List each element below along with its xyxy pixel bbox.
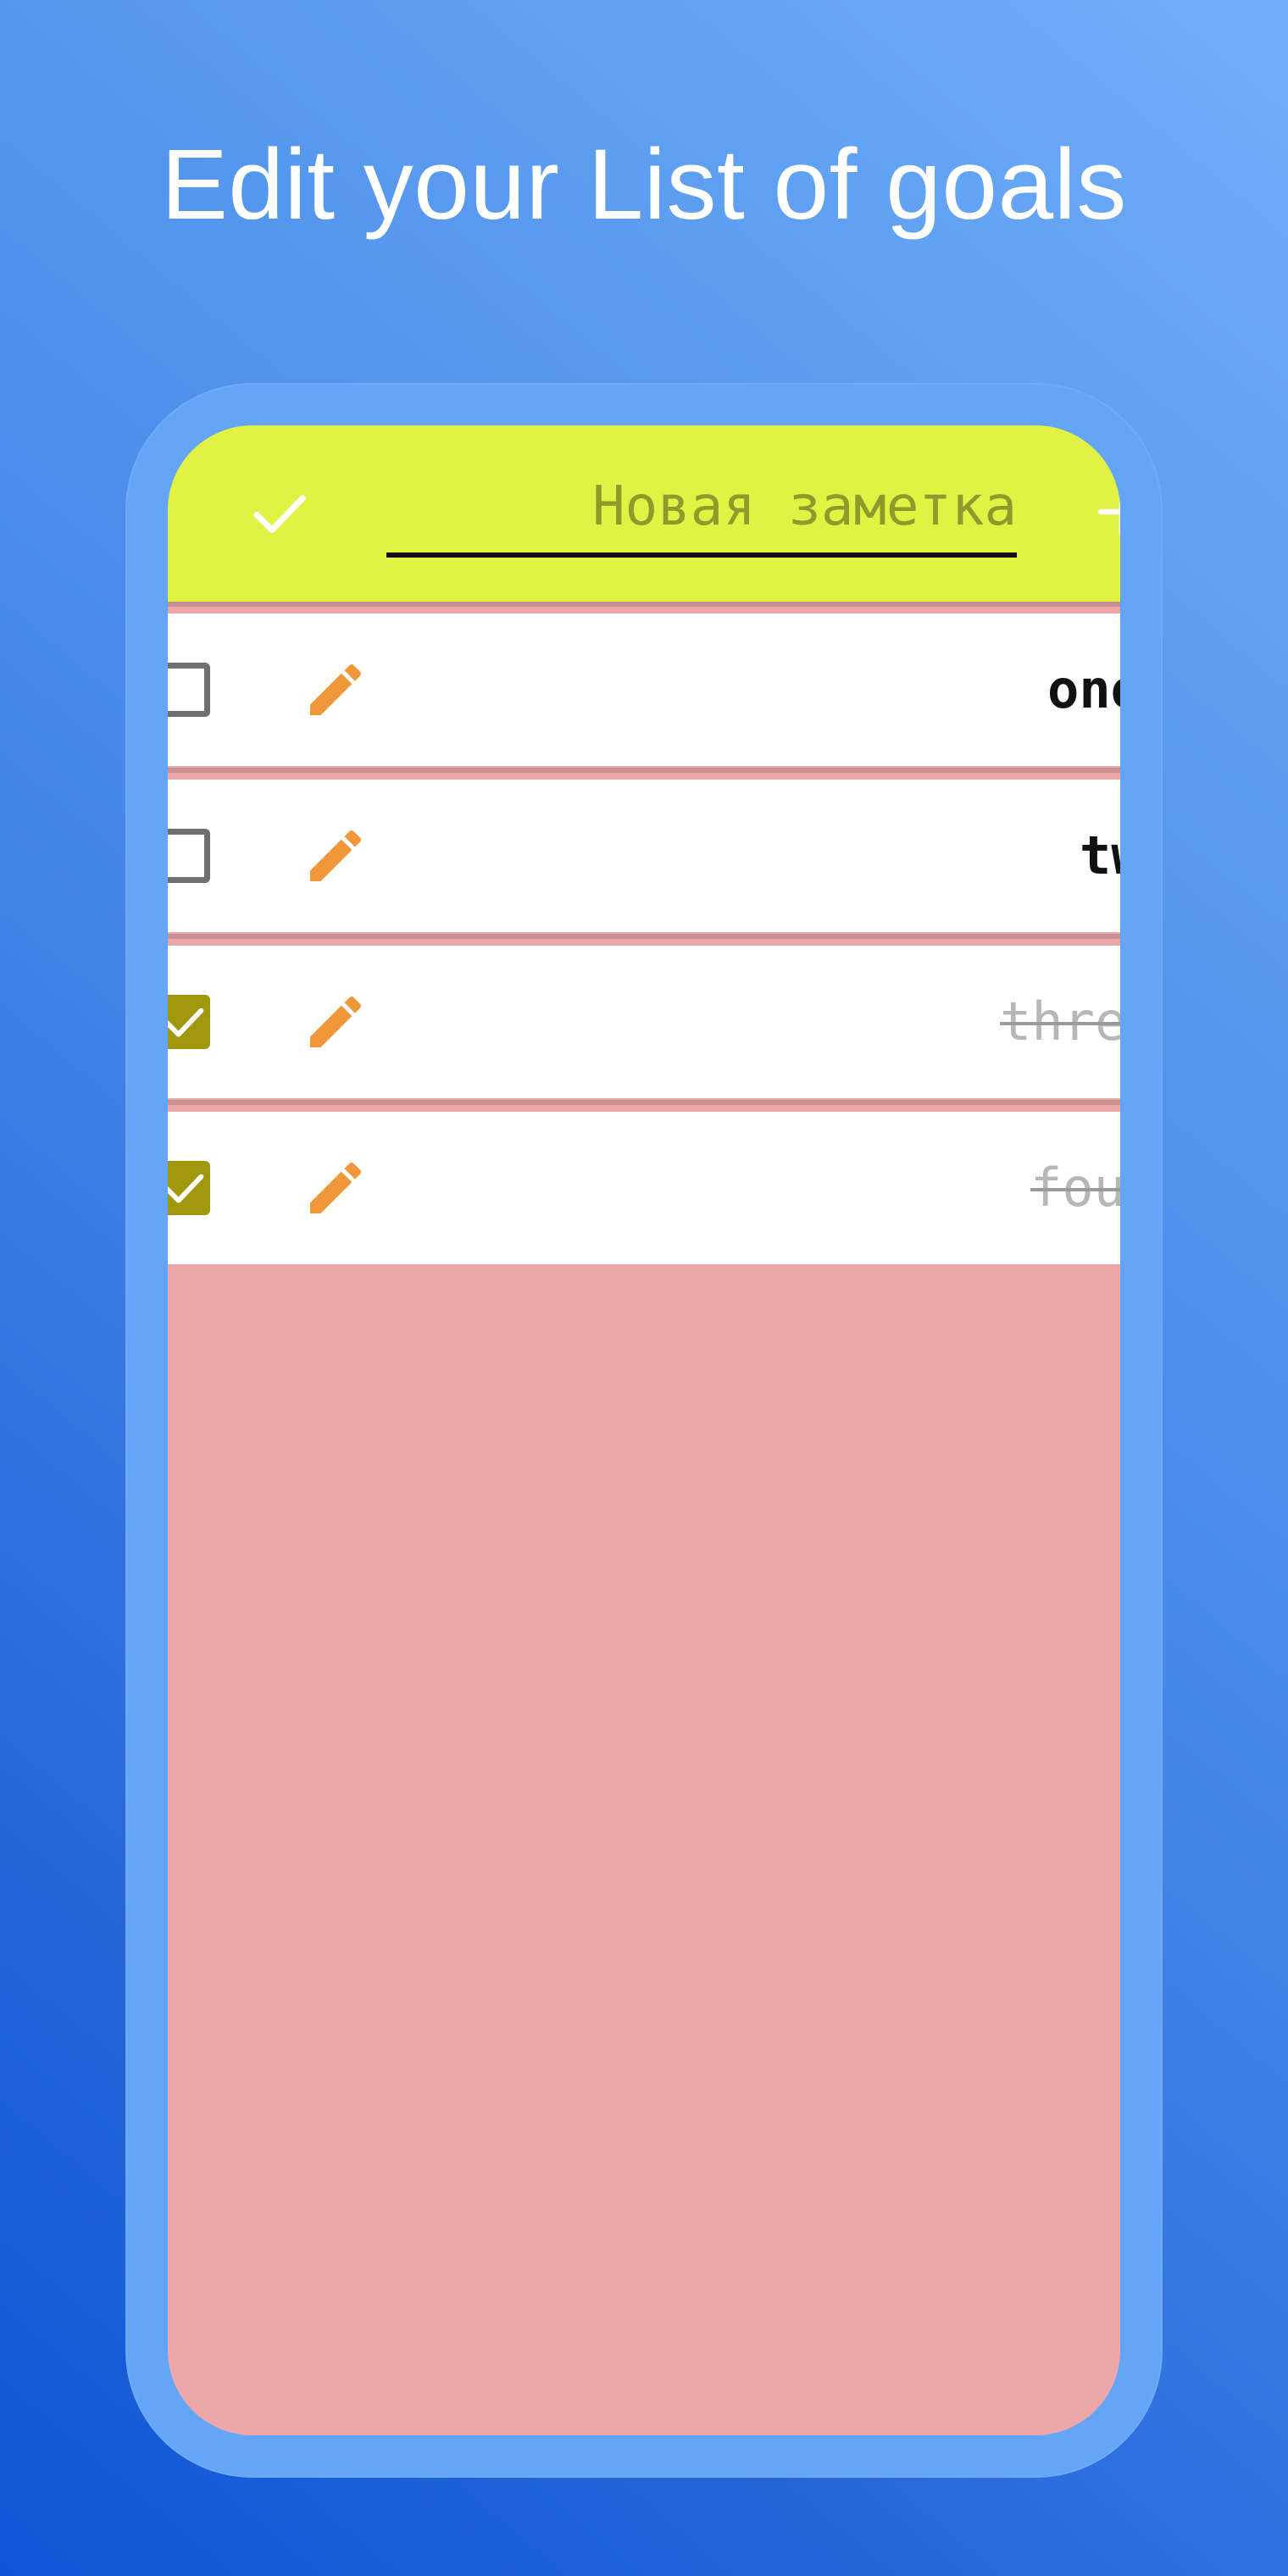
- toolbar: [168, 425, 1120, 602]
- item-label: three: [1000, 991, 1120, 1052]
- plus-icon[interactable]: [1096, 478, 1120, 546]
- pencil-icon[interactable]: [302, 656, 369, 724]
- pencil-icon[interactable]: [302, 822, 369, 890]
- row-divider: [168, 934, 1120, 939]
- list-item: four: [168, 1112, 1120, 1264]
- new-note-input[interactable]: [386, 473, 1017, 558]
- phone-frame: one two three: [125, 383, 1163, 2478]
- checkbox-unchecked[interactable]: [168, 829, 210, 883]
- checkbox-unchecked[interactable]: [168, 663, 210, 717]
- item-label: four: [1030, 1157, 1120, 1219]
- list-item: two: [168, 780, 1120, 932]
- check-icon[interactable]: [249, 483, 310, 544]
- item-label: two: [1080, 824, 1120, 886]
- pencil-icon[interactable]: [302, 1154, 369, 1222]
- checkbox-checked[interactable]: [168, 995, 210, 1049]
- row-divider: [168, 602, 1120, 607]
- item-label: one: [1047, 658, 1120, 720]
- row-divider: [168, 768, 1120, 773]
- pencil-icon[interactable]: [302, 988, 369, 1056]
- headline: Edit your List of goals: [161, 129, 1127, 241]
- row-divider: [168, 1100, 1120, 1105]
- checkbox-checked[interactable]: [168, 1161, 210, 1215]
- list-item: one: [168, 613, 1120, 766]
- list-item: three: [168, 946, 1120, 1098]
- app-screen: one two three: [168, 425, 1120, 2435]
